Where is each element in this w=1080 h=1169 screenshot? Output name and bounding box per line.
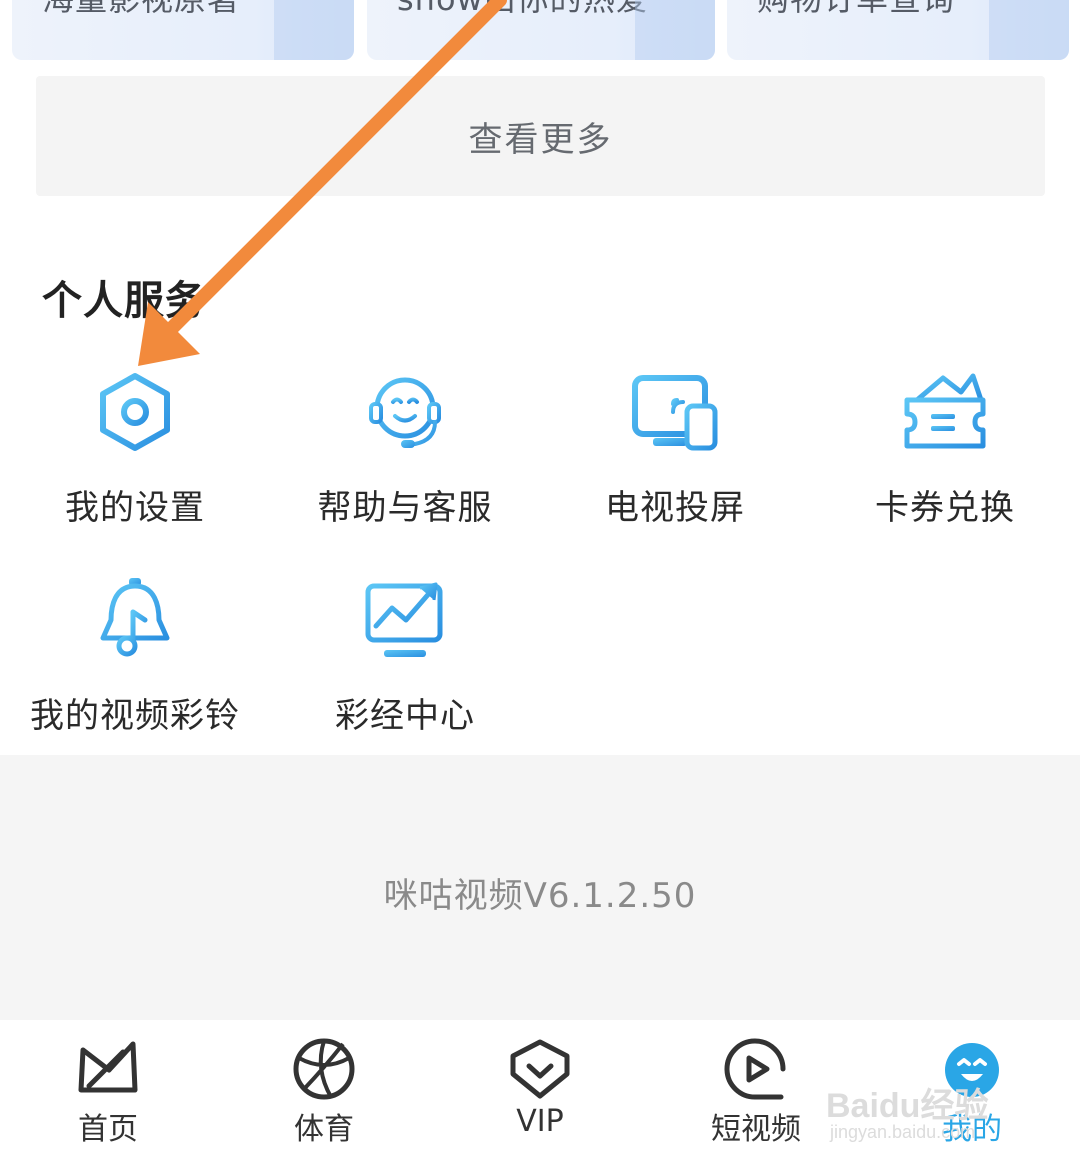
- trend-chart-icon: [365, 582, 443, 657]
- promo-card-label: 海量影视原著: [42, 0, 240, 20]
- promo-decoration: [635, 0, 715, 60]
- play-circle-icon: [724, 1038, 786, 1100]
- settings-hexagon-icon: [100, 373, 170, 451]
- personal-services-title: 个人服务: [42, 278, 206, 324]
- customer-service-icon: [369, 377, 441, 448]
- service-label: 卡券兑换: [875, 488, 1015, 528]
- vip-diamond-icon: [510, 1039, 570, 1099]
- promo-decoration: [274, 0, 354, 60]
- promo-cards-row: 海量影视原著 show出你的热爱 购物订单查询: [0, 0, 1080, 64]
- promo-card-label: show出你的热爱: [397, 0, 649, 20]
- tab-label: 体育: [294, 1112, 354, 1147]
- service-label: 彩经中心: [335, 696, 475, 736]
- service-my-settings[interactable]: 我的设置: [15, 370, 255, 550]
- tab-label: VIP: [516, 1104, 564, 1139]
- service-coupon-redeem[interactable]: 卡券兑换: [825, 370, 1065, 550]
- coupon-wallet-icon: [904, 373, 986, 449]
- tv-cast-icon: [632, 375, 718, 451]
- tab-home[interactable]: 首页: [0, 1020, 216, 1169]
- app-version-text: 咪咕视频V6.1.2.50: [383, 876, 697, 916]
- promo-decoration: [989, 0, 1069, 60]
- baidu-watermark-url: jingyan.baidu.com: [830, 1122, 976, 1142]
- service-label: 帮助与客服: [317, 488, 493, 528]
- promo-card-3[interactable]: 购物订单查询: [727, 0, 1069, 60]
- tab-label: 首页: [78, 1112, 138, 1147]
- home-logo-icon: [78, 1041, 138, 1093]
- baidu-watermark: Baidu经验: [826, 1087, 989, 1125]
- video-ringtone-bell-icon: [100, 578, 170, 657]
- service-tv-cast[interactable]: 电视投屏: [555, 370, 795, 550]
- service-help-support[interactable]: 帮助与客服: [285, 370, 525, 550]
- view-more-button[interactable]: 查看更多: [36, 76, 1045, 196]
- tab-sports[interactable]: 体育: [216, 1020, 432, 1169]
- promo-card-2[interactable]: show出你的热爱: [367, 0, 715, 60]
- service-caijing-center[interactable]: 彩经中心: [285, 576, 525, 756]
- service-label: 我的设置: [65, 488, 205, 528]
- service-video-ringtone[interactable]: 我的视频彩铃: [15, 576, 255, 756]
- promo-card-label: 购物订单查询: [757, 0, 955, 20]
- service-label: 电视投屏: [605, 488, 745, 528]
- tab-vip[interactable]: VIP: [432, 1020, 648, 1169]
- promo-card-1[interactable]: 海量影视原著: [12, 0, 354, 60]
- basketball-icon: [293, 1038, 355, 1100]
- service-label: 我的视频彩铃: [30, 696, 240, 736]
